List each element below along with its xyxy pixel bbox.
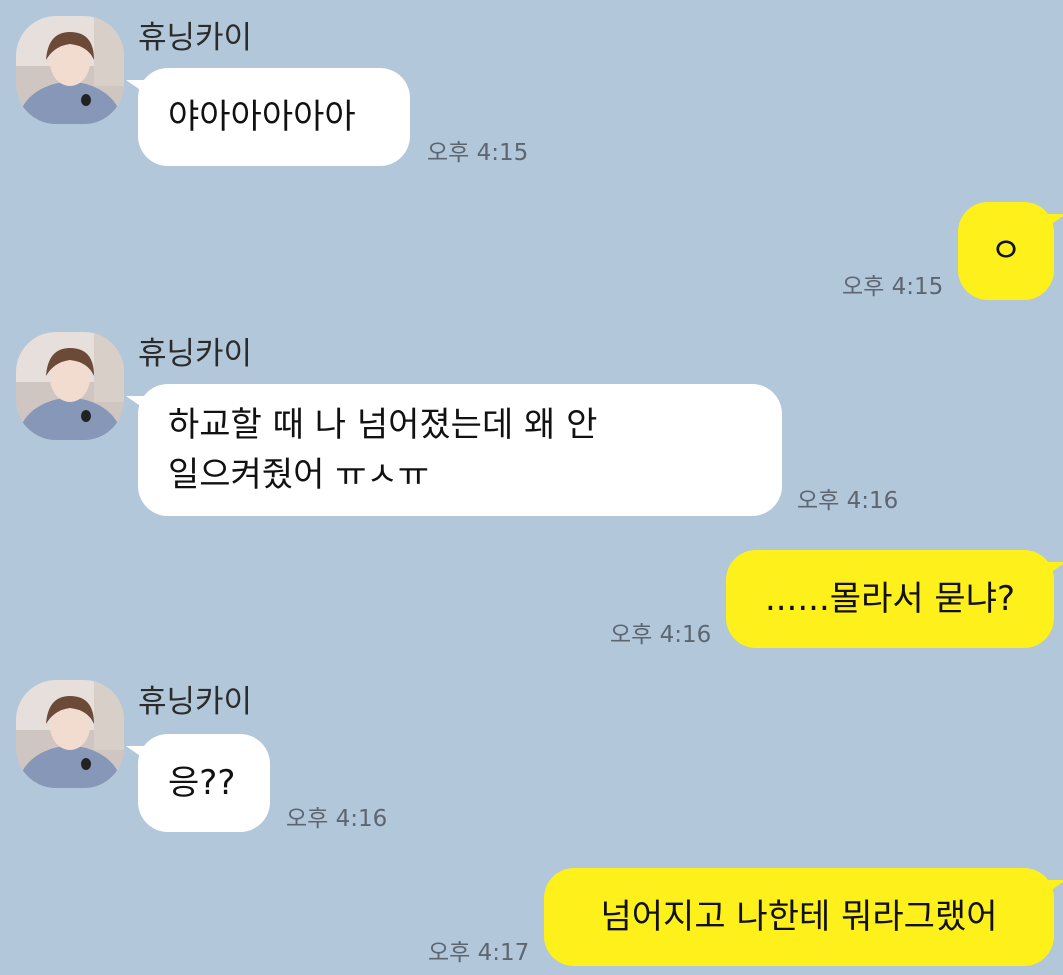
message-text: ......몰라서 묻냐? bbox=[764, 579, 1016, 619]
profile-photo bbox=[16, 332, 124, 440]
outgoing-message-bubble[interactable]: ㅇ bbox=[958, 202, 1063, 300]
message-text: 넘어지고 나한테 뭐라그랬어 bbox=[600, 897, 998, 937]
incoming-message-bubble[interactable]: 응?? bbox=[126, 734, 270, 832]
avatar[interactable] bbox=[16, 332, 124, 440]
outgoing-message-bubble[interactable]: 넘어지고 나한테 뭐라그랬어 bbox=[544, 868, 1063, 966]
message-text: 야아아아아아 bbox=[168, 97, 356, 137]
sender-name: 휴닝카이 bbox=[138, 336, 253, 372]
message-timestamp: 오후 4:17 bbox=[428, 940, 530, 966]
sender-name: 휴닝카이 bbox=[138, 684, 253, 720]
message-text-line: 일으켜줬어 ㅠㅅㅠ bbox=[168, 455, 430, 495]
avatar[interactable] bbox=[16, 680, 124, 788]
sender-name: 휴닝카이 bbox=[138, 20, 253, 56]
profile-photo bbox=[16, 16, 124, 124]
avatar[interactable] bbox=[16, 16, 124, 124]
incoming-message-bubble[interactable]: 하교할 때 나 넘어졌는데 왜 안 일으켜줬어 ㅠㅅㅠ bbox=[126, 384, 782, 516]
message-timestamp: 오후 4:16 bbox=[286, 806, 388, 832]
message-text: ㅇ bbox=[990, 231, 1022, 271]
message-timestamp: 오후 4:16 bbox=[610, 622, 712, 648]
message-text-line: 하교할 때 나 넘어졌는데 왜 안 bbox=[168, 405, 598, 445]
outgoing-message-bubble[interactable]: ......몰라서 묻냐? bbox=[726, 550, 1063, 648]
profile-photo bbox=[16, 680, 124, 788]
message-text: 응?? bbox=[168, 763, 236, 803]
message-timestamp: 오후 4:15 bbox=[427, 140, 529, 166]
message-timestamp: 오후 4:15 bbox=[842, 274, 944, 300]
message-timestamp: 오후 4:16 bbox=[797, 488, 899, 514]
incoming-message-bubble[interactable]: 야아아아아아 bbox=[126, 68, 410, 166]
